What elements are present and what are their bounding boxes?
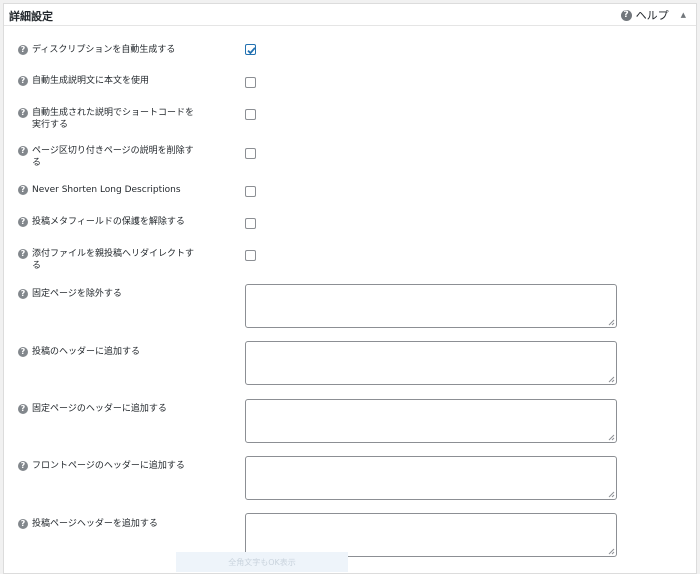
never-shorten-checkbox[interactable] (245, 186, 256, 197)
help-toggle[interactable]: ? ヘルプ ▲ (620, 7, 686, 23)
advanced-settings-panel: 詳細設定 ? ヘルプ ▲ ? ディスクリプションを自動生成する ? 自動生成説明… (3, 3, 697, 574)
posts-page-header-textarea[interactable] (245, 513, 617, 557)
unprotect-meta-checkbox[interactable] (245, 218, 256, 229)
exclude-pages-textarea[interactable] (245, 284, 617, 328)
post-header-textarea[interactable] (245, 341, 617, 385)
resize-grip-icon[interactable] (608, 548, 615, 555)
help-icon[interactable]: ? (18, 146, 28, 156)
use-content-checkbox[interactable] (245, 77, 256, 88)
setting-label: フロントページのヘッダーに追加する (32, 461, 185, 471)
help-icon[interactable]: ? (18, 76, 28, 86)
panel-title: 詳細設定 (9, 10, 53, 23)
setting-label: 固定ページを除外する (32, 289, 122, 299)
setting-label: 自動生成説明文に本文を使用 (32, 76, 150, 86)
help-icon[interactable]: ? (18, 249, 28, 259)
help-icon[interactable]: ? (18, 404, 28, 414)
setting-label: 投稿メタフィールドの保護を解除する (32, 217, 185, 227)
faded-watermark-text: 全角文字もOK表示 (176, 552, 348, 572)
checkmark-icon (247, 47, 256, 55)
resize-grip-icon[interactable] (608, 319, 615, 326)
resize-grip-icon[interactable] (608, 491, 615, 498)
auto-description-checkbox[interactable] (245, 44, 256, 55)
redirect-attachments-checkbox[interactable] (245, 250, 256, 261)
run-shortcodes-checkbox[interactable] (245, 109, 256, 120)
help-icon[interactable]: ? (18, 45, 28, 55)
resize-grip-icon[interactable] (608, 434, 615, 441)
setting-label: 投稿のヘッダーに追加する (32, 347, 141, 357)
setting-label: ページ区切り付きページの説明を削除する (32, 146, 194, 168)
setting-label: ディスクリプションを自動生成する (32, 45, 176, 55)
setting-label: 添付ファイルを親投稿へリダイレクトする (32, 249, 195, 271)
setting-label: 固定ページのヘッダーに追加する (32, 404, 167, 414)
resize-grip-icon[interactable] (608, 376, 615, 383)
remove-paginated-checkbox[interactable] (245, 148, 256, 159)
help-icon[interactable]: ? (18, 519, 28, 529)
collapse-arrow-icon[interactable]: ▲ (681, 11, 686, 19)
front-page-header-textarea[interactable] (245, 456, 617, 500)
help-icon[interactable]: ? (18, 461, 28, 471)
help-label: ヘルプ (635, 9, 669, 22)
help-icon[interactable]: ? (18, 185, 28, 195)
setting-label: 自動生成された説明でショートコードを実行する (32, 108, 195, 130)
help-icon[interactable]: ? (18, 347, 28, 357)
help-icon[interactable]: ? (18, 217, 28, 227)
help-icon[interactable]: ? (18, 108, 28, 118)
setting-label: 投稿ページヘッダーを追加する (32, 519, 158, 529)
setting-label: Never Shorten Long Descriptions (32, 185, 181, 195)
page-header-textarea[interactable] (245, 399, 617, 443)
help-icon: ? (620, 9, 632, 21)
help-icon[interactable]: ? (18, 289, 28, 299)
panel-header: 詳細設定 ? ヘルプ ▲ (4, 4, 696, 26)
